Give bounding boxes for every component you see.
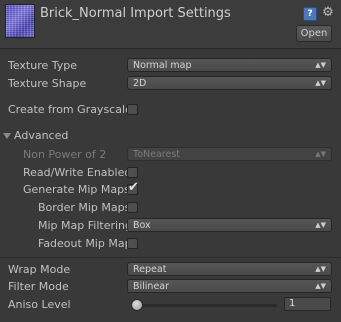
border-mip-maps-row: Border Mip Maps [0,199,341,217]
aniso-level-row: Aniso Level 1 [0,296,341,314]
border-mip-maps-checkbox[interactable] [127,202,138,213]
foldout-arrow-icon [3,133,11,139]
mip-map-filtering-value: Box [133,220,151,231]
check-icon: ✔ [128,180,139,195]
inspector-header: Brick_Normal Import Settings ? ⚙ Open [0,0,341,49]
texture-shape-row: Texture Shape 2D ▲▼ [0,75,341,93]
texture-type-dropdown[interactable]: Normal map ▲▼ [127,58,332,72]
generate-mip-maps-row: Generate Mip Maps ✔ [0,181,341,199]
aniso-level-slider-handle[interactable] [131,299,143,311]
create-from-grayscale-row: Create from Grayscale [0,101,341,119]
chevron-updown-icon: ▲▼ [315,282,326,290]
advanced-foldout[interactable]: Advanced [0,127,341,145]
filter-mode-label: Filter Mode [8,280,69,293]
gear-icon[interactable]: ⚙ [320,5,336,21]
filter-mode-row: Filter Mode Bilinear ▲▼ [0,278,341,296]
texture-type-label: Texture Type [8,59,78,72]
fadeout-mip-maps-label: Fadeout Mip Maps [38,237,138,250]
inspector-title: Brick_Normal Import Settings [40,6,231,21]
filter-mode-value: Bilinear [133,281,170,292]
chevron-updown-icon: ▲▼ [315,61,326,69]
texture-type-row: Texture Type Normal map ▲▼ [0,57,341,75]
section-divider [0,257,341,258]
read-write-enabled-row: Read/Write Enabled [0,164,341,182]
read-write-enabled-label: Read/Write Enabled [23,166,132,179]
texture-shape-dropdown[interactable]: 2D ▲▼ [127,76,332,90]
help-icon[interactable]: ? [303,7,317,21]
wrap-mode-label: Wrap Mode [8,263,71,276]
texture-shape-value: 2D [133,78,147,89]
texture-shape-label: Texture Shape [8,77,87,90]
filter-mode-dropdown[interactable]: Bilinear ▲▼ [127,279,332,293]
advanced-label: Advanced [14,129,69,142]
read-write-enabled-checkbox[interactable] [127,167,138,178]
generate-mip-maps-label: Generate Mip Maps [23,183,130,196]
create-from-grayscale-checkbox[interactable] [127,104,138,115]
wrap-mode-row: Wrap Mode Repeat ▲▼ [0,261,341,279]
mip-map-filtering-label: Mip Map Filtering [38,219,132,232]
non-power-of-2-dropdown: ToNearest ▲▼ [127,147,332,161]
aniso-level-slider-track[interactable] [133,304,277,307]
non-power-of-2-label: Non Power of 2 [23,148,107,161]
texture-thumbnail [5,4,35,38]
border-mip-maps-label: Border Mip Maps [38,201,131,214]
chevron-updown-icon: ▲▼ [315,221,326,229]
fadeout-mip-maps-checkbox[interactable] [127,238,138,249]
create-from-grayscale-label: Create from Grayscale [8,103,132,116]
chevron-updown-icon: ▲▼ [315,79,326,87]
chevron-updown-icon: ▲▼ [315,150,326,158]
mip-map-filtering-row: Mip Map Filtering Box ▲▼ [0,217,341,235]
aniso-level-field[interactable]: 1 [284,297,331,311]
open-button[interactable]: Open [296,25,332,42]
non-power-of-2-value: ToNearest [133,149,180,160]
generate-mip-maps-checkbox[interactable]: ✔ [127,180,139,195]
wrap-mode-value: Repeat [133,264,167,275]
wrap-mode-dropdown[interactable]: Repeat ▲▼ [127,262,332,276]
fadeout-mip-maps-row: Fadeout Mip Maps [0,235,341,253]
texture-type-value: Normal map [133,60,192,71]
chevron-updown-icon: ▲▼ [315,265,326,273]
mip-map-filtering-dropdown[interactable]: Box ▲▼ [127,218,332,232]
aniso-level-label: Aniso Level [8,298,71,311]
non-power-of-2-row: Non Power of 2 ToNearest ▲▼ [0,146,341,164]
